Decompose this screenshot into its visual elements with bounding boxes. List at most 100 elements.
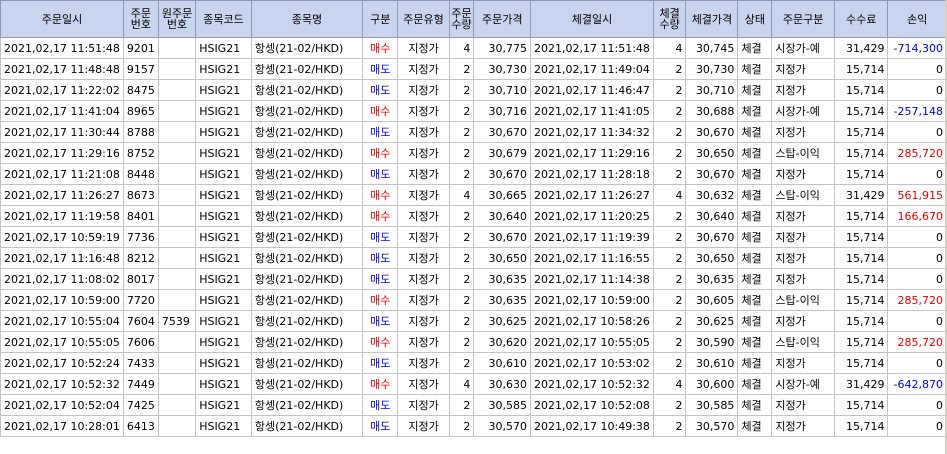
cell-fill-qty: 2 <box>652 100 687 122</box>
cell-fee: 15,714 <box>833 352 889 374</box>
column-header-fill-time[interactable]: 체결일시 <box>530 0 654 38</box>
cell-order-price: 30,635 <box>473 289 532 311</box>
cell-orig-order-no <box>157 331 197 353</box>
column-header-order-no[interactable]: 주문 번호 <box>122 0 159 38</box>
table-row[interactable]: 2021,02,17 11:19:58 8401 HSIG21 항셍(21-02/HK… <box>0 205 947 227</box>
table-row[interactable]: 2021,02,17 11:48:48 9157 HSIG21 항셍(21-02/HK… <box>0 58 947 80</box>
cell-order-price: 30,625 <box>473 310 532 332</box>
column-header-order-type[interactable]: 주문유형 <box>397 0 450 38</box>
cell-order-class: 지정가 <box>771 352 835 374</box>
cell-order-type: 지정가 <box>397 394 450 416</box>
cell-fill-price: 30,710 <box>685 79 739 101</box>
cell-side: 매도 <box>362 352 399 374</box>
column-header-order-time[interactable]: 주문일시 <box>0 0 124 38</box>
column-header-code[interactable]: 종목코드 <box>195 0 252 38</box>
cell-order-class: 지정가 <box>771 163 835 185</box>
column-header-status[interactable]: 상태 <box>737 0 773 38</box>
cell-order-time: 2021,02,17 10:59:19 <box>0 226 124 248</box>
cell-fill-qty: 2 <box>652 268 687 290</box>
cell-order-time: 2021,02,17 11:48:48 <box>0 58 124 80</box>
cell-code: HSIG21 <box>195 394 252 416</box>
cell-name: 항셍(21-02/HKD) <box>250 121 364 143</box>
cell-name: 항셍(21-02/HKD) <box>250 268 364 290</box>
cell-order-class: 시장가-예 <box>771 373 835 395</box>
cell-fill-time: 2021,02,17 11:49:04 <box>530 58 654 80</box>
table-row[interactable]: 2021,02,17 10:52:04 7425 HSIG21 항셍(21-02/HK… <box>0 394 947 416</box>
column-header-orig-order-no[interactable]: 원주문 번호 <box>157 0 197 38</box>
cell-order-type: 지정가 <box>397 163 450 185</box>
table-row[interactable]: 2021,02,17 10:59:00 7720 HSIG21 항셍(21-02/HK… <box>0 289 947 311</box>
cell-side: 매수 <box>362 100 399 122</box>
table-row[interactable]: 2021,02,17 11:21:08 8448 HSIG21 항셍(21-02/HK… <box>0 163 947 185</box>
column-header-fill-price[interactable]: 체결가격 <box>685 0 739 38</box>
cell-pnl: 285,720 <box>887 289 947 311</box>
table-row[interactable]: 2021,02,17 11:16:48 8212 HSIG21 항셍(21-02/HK… <box>0 247 947 269</box>
cell-fill-time: 2021,02,17 10:53:02 <box>530 352 654 374</box>
column-header-side[interactable]: 구분 <box>362 0 399 38</box>
cell-name: 항셍(21-02/HKD) <box>250 205 364 227</box>
column-header-fee[interactable]: 수수료 <box>833 0 889 38</box>
cell-status: 체결 <box>737 163 773 185</box>
table-row[interactable]: 2021,02,17 11:30:44 8788 HSIG21 항셍(21-02/HK… <box>0 121 947 143</box>
cell-status: 체결 <box>737 415 773 437</box>
cell-side: 매수 <box>362 37 399 59</box>
column-header-order-price[interactable]: 주문가격 <box>473 0 532 38</box>
cell-fill-price: 30,650 <box>685 247 739 269</box>
cell-side: 매수 <box>362 289 399 311</box>
column-header-fill-qty[interactable]: 체결 수량 <box>652 0 687 38</box>
cell-order-class: 시장가-예 <box>771 100 835 122</box>
cell-order-class: 지정가 <box>771 205 835 227</box>
cell-fill-price: 30,605 <box>685 289 739 311</box>
table-row[interactable]: 2021,02,17 11:41:04 8965 HSIG21 항셍(21-02/HK… <box>0 100 947 122</box>
table-row[interactable]: 2021,02,17 10:52:32 7449 HSIG21 항셍(21-02/HK… <box>0 373 947 395</box>
cell-fill-qty: 2 <box>652 205 687 227</box>
cell-fill-time: 2021,02,17 10:52:32 <box>530 373 654 395</box>
table-row[interactable]: 2021,02,17 11:51:48 9201 HSIG21 항셍(21-02/HK… <box>0 37 947 59</box>
table-row[interactable]: 2021,02,17 10:59:19 7736 HSIG21 항셍(21-02/HK… <box>0 226 947 248</box>
cell-fee: 15,714 <box>833 331 889 353</box>
table-row[interactable]: 2021,02,17 11:26:27 8673 HSIG21 항셍(21-02/HK… <box>0 184 947 206</box>
cell-fill-qty: 2 <box>652 352 687 374</box>
cell-fill-price: 30,632 <box>685 184 739 206</box>
cell-code: HSIG21 <box>195 58 252 80</box>
column-header-name[interactable]: 종목명 <box>250 0 364 38</box>
column-header-order-class[interactable]: 주문구분 <box>771 0 835 38</box>
table-row[interactable]: 2021,02,17 10:28:01 6413 HSIG21 항셍(21-02/HK… <box>0 415 947 437</box>
cell-side: 매도 <box>362 58 399 80</box>
cell-pnl: 0 <box>887 121 947 143</box>
column-header-order-qty[interactable]: 주문 수량 <box>448 0 475 38</box>
cell-fee: 15,714 <box>833 58 889 80</box>
table-row[interactable]: 2021,02,17 11:22:02 8475 HSIG21 항셍(21-02/HK… <box>0 79 947 101</box>
table-body: 2021,02,17 11:51:48 9201 HSIG21 항셍(21-02/HK… <box>0 37 947 437</box>
cell-order-time: 2021,02,17 11:22:02 <box>0 79 124 101</box>
cell-fill-qty: 2 <box>652 163 687 185</box>
table-row[interactable]: 2021,02,17 10:52:24 7433 HSIG21 항셍(21-02/HK… <box>0 352 947 374</box>
table-row[interactable]: 2021,02,17 11:08:02 8017 HSIG21 항셍(21-02/HK… <box>0 268 947 290</box>
table-row[interactable]: 2021,02,17 10:55:04 7604 7539 HSIG21 항셍(21-0… <box>0 310 947 332</box>
cell-order-time: 2021,02,17 10:28:01 <box>0 415 124 437</box>
cell-pnl: 0 <box>887 79 947 101</box>
cell-order-no: 8788 <box>122 121 159 143</box>
cell-fill-price: 30,570 <box>685 415 739 437</box>
cell-code: HSIG21 <box>195 142 252 164</box>
cell-code: HSIG21 <box>195 310 252 332</box>
cell-order-no: 7736 <box>122 226 159 248</box>
table-row[interactable]: 2021,02,17 11:29:16 8752 HSIG21 항셍(21-02/HK… <box>0 142 947 164</box>
cell-status: 체결 <box>737 79 773 101</box>
cell-fill-price: 30,640 <box>685 205 739 227</box>
cell-fill-price: 30,730 <box>685 58 739 80</box>
cell-order-time: 2021,02,17 11:29:16 <box>0 142 124 164</box>
cell-side: 매수 <box>362 184 399 206</box>
cell-side: 매수 <box>362 142 399 164</box>
cell-order-time: 2021,02,17 11:51:48 <box>0 37 124 59</box>
table-row[interactable]: 2021,02,17 10:55:05 7606 HSIG21 항셍(21-02/HK… <box>0 331 947 353</box>
cell-order-qty: 2 <box>448 226 475 248</box>
cell-order-qty: 2 <box>448 205 475 227</box>
cell-status: 체결 <box>737 394 773 416</box>
cell-order-price: 30,716 <box>473 100 532 122</box>
cell-name: 항셍(21-02/HKD) <box>250 331 364 353</box>
cell-pnl: -642,870 <box>887 373 947 395</box>
cell-fill-qty: 4 <box>652 184 687 206</box>
column-header-pnl[interactable]: 손익 <box>887 0 947 38</box>
cell-side: 매도 <box>362 121 399 143</box>
